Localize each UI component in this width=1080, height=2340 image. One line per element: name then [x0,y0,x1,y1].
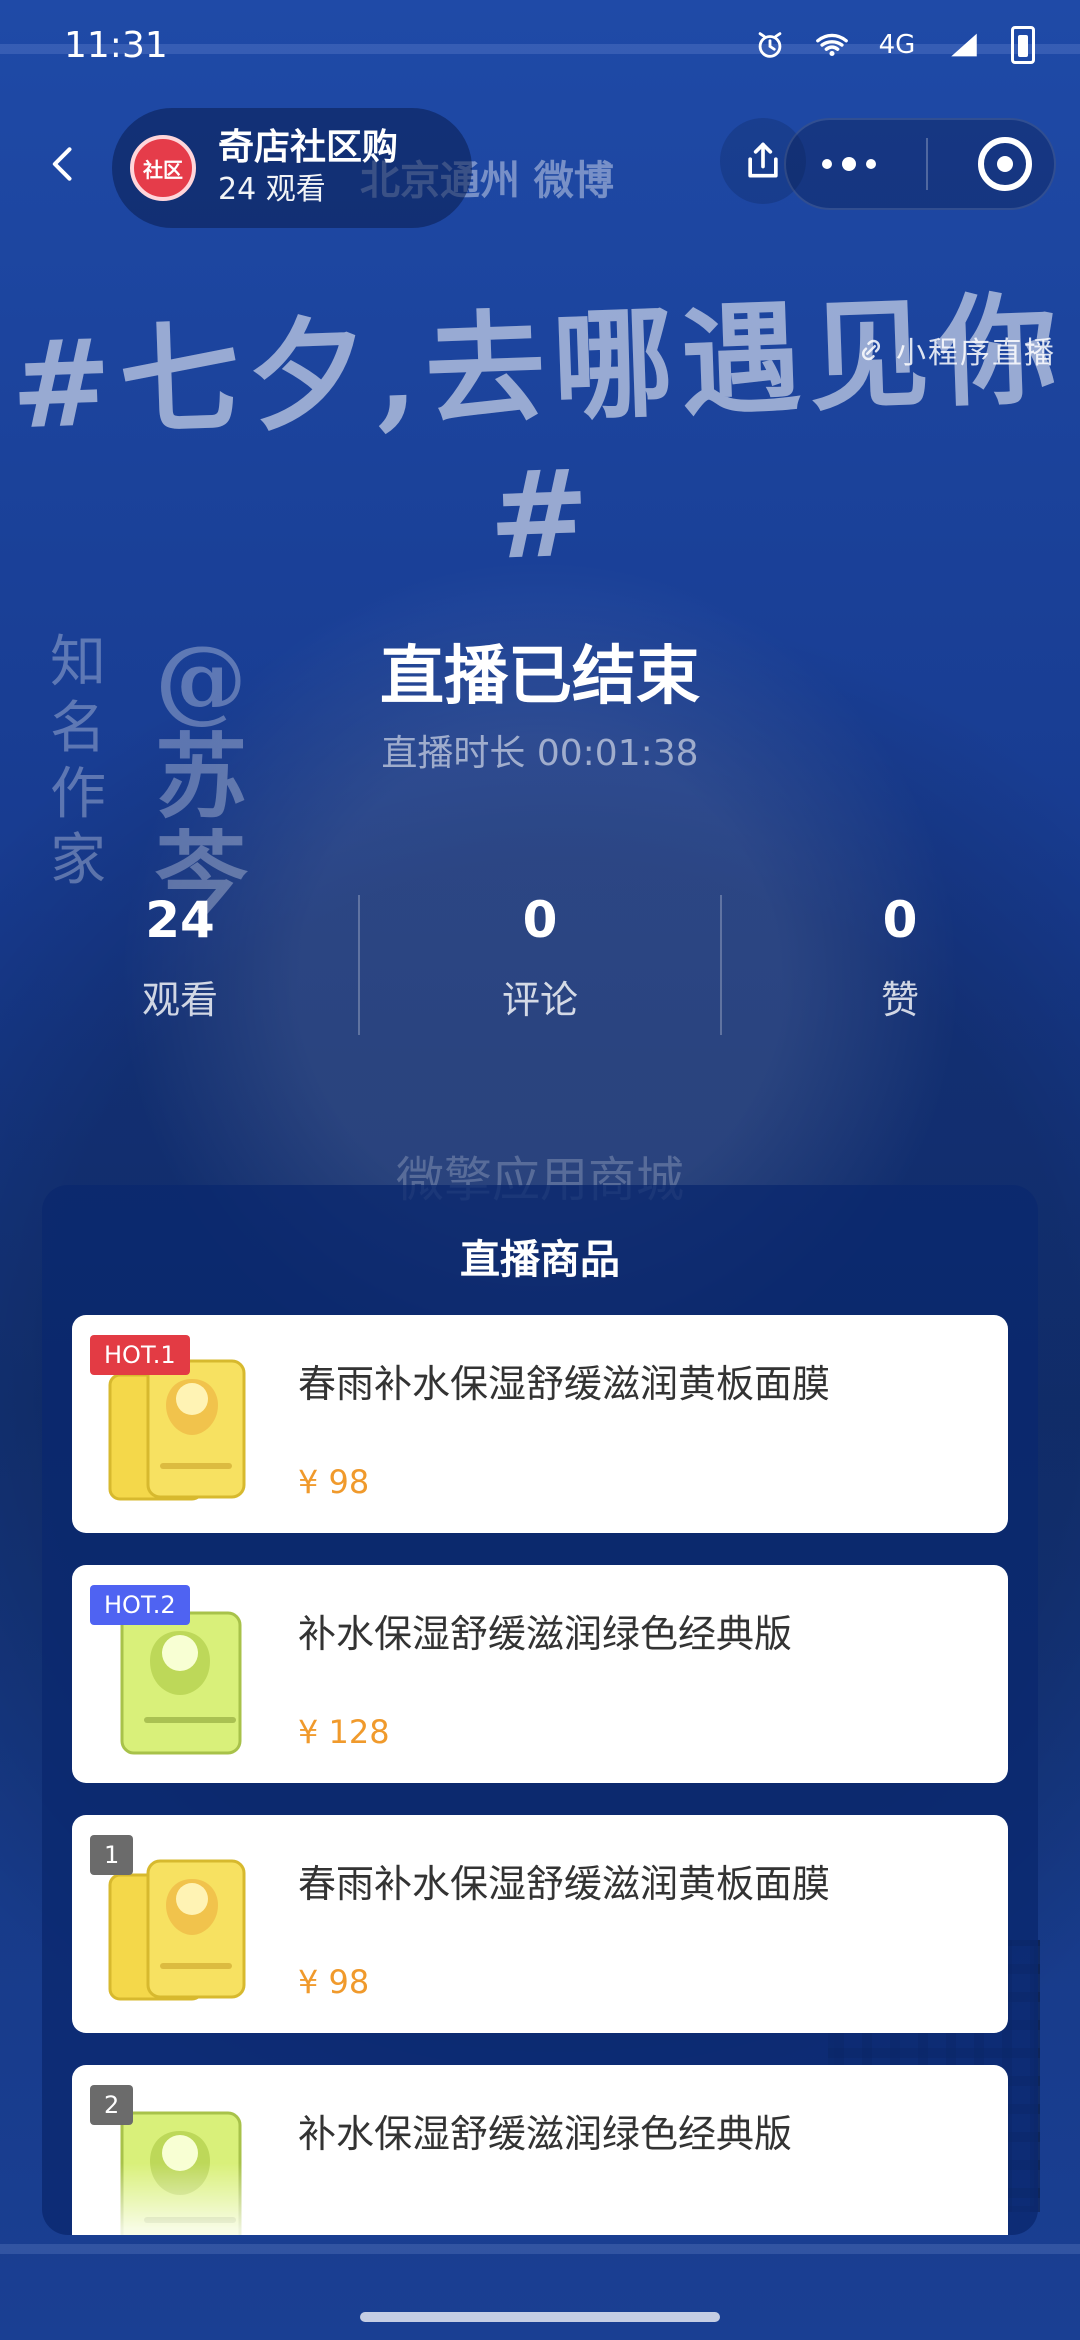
stat-value: 0 [882,891,918,949]
home-indicator[interactable] [360,2312,720,2322]
avatar-text: 社区 [143,157,183,182]
product-card[interactable]: 2 补水保湿舒缓滋润绿色经典版 [72,2065,1008,2235]
product-badge: 1 [90,1835,134,1875]
stat-divider [358,895,360,1035]
product-price: ¥ 98 [298,1963,370,2001]
signal-icon [942,28,986,62]
live-products-title: 直播商品 [460,1237,620,1283]
background-strip [0,2244,1080,2254]
more-dot-icon [842,157,856,171]
background-hero-text: #七夕,去哪遇见你# [8,278,1068,587]
stat-likes: 0 赞 [720,885,1080,1035]
stat-label: 评论 [501,978,578,1022]
live-ended-title: 直播已结束 [380,640,700,714]
back-button[interactable] [34,134,94,194]
battery-level [1011,26,1035,64]
product-badge: 2 [90,2085,134,2125]
status-left: 11:31 [64,25,168,66]
product-price: ¥ 128 [298,1713,390,1751]
product-card[interactable]: 1 春雨补水保湿舒缓滋润黄板面膜 ¥ 98 [72,1815,1008,2033]
room-avatar: 社区 [130,135,196,201]
mini-program-live-label: 小程序直播 [856,328,1056,372]
alarm-icon [750,28,790,62]
mini-program-live-text: 小程序直播 [896,336,1056,371]
stat-label: 观看 [141,978,218,1022]
stat-label: 赞 [880,978,919,1022]
live-duration: 直播时长 00:01:38 [381,733,699,774]
stat-value: 24 [145,891,215,949]
room-name: 奇店社区购 [218,127,399,168]
chevron-left-icon [52,147,72,181]
live-stats: 24 观看 0 评论 0 赞 [0,885,1080,1035]
wifi-icon [812,28,852,62]
product-card[interactable]: HOT.2 补水保湿舒缓滋润绿色经典版 ¥ 128 [72,1565,1008,1783]
network-4g-text: 4G [878,30,916,60]
live-products-panel: 直播商品 HOT.1 春雨补水保湿舒缓滋润黄板面膜 ¥ 98 HOT.2 补水保… [42,1185,1038,2235]
product-title: 补水保湿舒缓滋润绿色经典版 [298,1612,793,1656]
share-icon [748,142,778,178]
exit-miniprogram-button[interactable] [978,137,1032,191]
product-title: 春雨补水保湿舒缓滋润黄板面膜 [298,1862,831,1906]
room-viewers: 24 观看 [218,172,326,207]
stat-comments: 0 评论 [360,885,720,1035]
room-info: 奇店社区购 24 观看 [218,126,398,210]
product-title: 春雨补水保湿舒缓滋润黄板面膜 [298,1362,831,1406]
product-title: 补水保湿舒缓滋润绿色经典版 [298,2112,793,2156]
room-info-pill[interactable]: 社区 奇店社区购 24 观看 [112,108,472,228]
product-badge: HOT.1 [90,1335,190,1375]
stat-views: 24 观看 [0,885,360,1035]
network-type-icon: 4G [874,28,920,62]
stat-divider [720,895,722,1035]
more-dot-icon [822,159,832,169]
more-button[interactable] [822,157,876,171]
battery-icon [1008,26,1038,64]
product-card[interactable]: HOT.1 春雨补水保湿舒缓滋润黄板面膜 ¥ 98 [72,1315,1008,1533]
stat-value: 0 [522,891,558,949]
product-price: ¥ 98 [298,1463,370,1501]
more-dot-icon [866,159,876,169]
miniprogram-capsule [784,118,1056,210]
status-time: 11:31 [64,24,168,66]
status-bar: 11:31 4G [0,0,1080,90]
product-list[interactable]: HOT.1 春雨补水保湿舒缓滋润黄板面膜 ¥ 98 HOT.2 补水保湿舒缓滋润… [72,1315,1008,2235]
capsule-divider [926,138,928,190]
link-icon [861,339,881,361]
status-right: 4G [750,26,1038,64]
product-badge: HOT.2 [90,1585,190,1625]
live-room-header: 社区 奇店社区购 24 观看 小程序直播 [0,100,1080,371]
